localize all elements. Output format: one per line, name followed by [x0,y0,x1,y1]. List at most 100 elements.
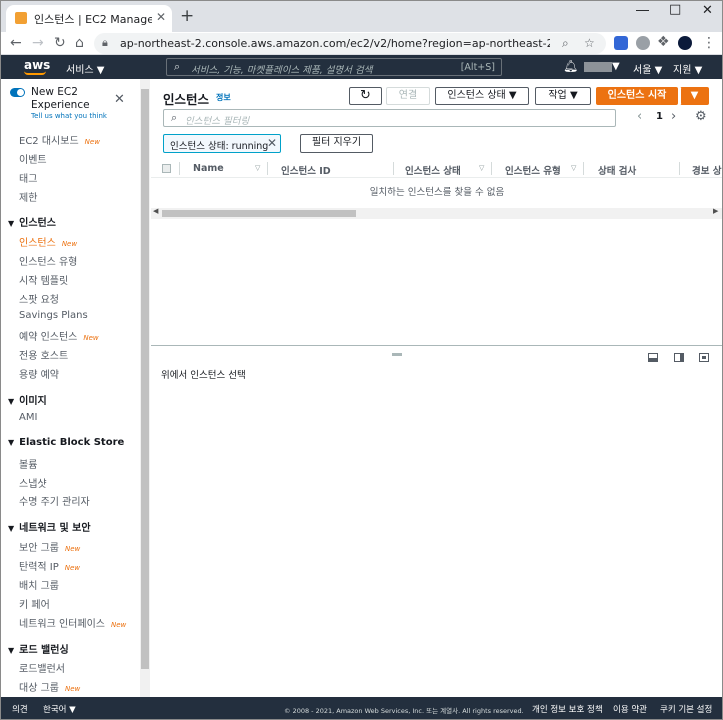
table-scroll-thumb[interactable] [162,210,356,217]
column-header-alarm-status[interactable]: 경보 상태 [692,163,723,177]
zoom-search-icon[interactable]: ⌕ [562,36,569,51]
terms-link[interactable]: 이용 약관 [613,703,647,715]
panel-splitter[interactable] [151,345,723,346]
sort-icon[interactable]: ▽ [479,164,484,172]
home-icon[interactable]: ⌂ [75,35,84,51]
sidebar-item-lifecycle-manager[interactable]: 수명 주기 관리자 [19,493,90,508]
notification-bell-icon[interactable]: 🔔︎ [563,59,578,73]
sidebar-item-launch-templates[interactable]: 시작 템플릿 [19,272,68,287]
layout-bottom-icon[interactable] [648,353,658,362]
sidebar-item-placement-groups[interactable]: 배치 그룹 [19,577,59,592]
aws-logo[interactable]: aws [24,58,50,75]
sidebar-item-target-groups[interactable]: 대상 그룹 New [19,679,80,694]
sidebar-scrollbar[interactable] [140,79,150,697]
sidebar-item-network-interfaces[interactable]: 네트워크 인터페이스 New [19,615,126,630]
launch-instances-button[interactable]: 인스턴스 시작 [596,87,678,105]
reload-icon[interactable]: ↻ [54,35,66,51]
sidebar-item-security-groups[interactable]: 보안 그룹 New [19,539,80,554]
caret-down-icon: ▼ [8,219,15,228]
tab-close-icon[interactable]: ✕ [156,10,166,24]
sidebar-item-events[interactable]: 이벤트 [19,151,47,166]
sidebar-item-volumes[interactable]: 볼륨 [19,456,37,471]
sidebar-item-instances[interactable]: 인스턴스 New [19,234,77,249]
forward-icon[interactable]: → [32,35,44,51]
account-name-redacted[interactable] [584,62,612,72]
extension-p-icon[interactable] [614,36,628,50]
instance-state-dropdown[interactable]: 인스턴스 상태 ▼ [435,87,529,105]
sidebar-item-load-balancers[interactable]: 로드밸런서 [19,660,65,675]
section-instances[interactable]: ▼ 인스턴스 [8,214,56,229]
sidebar-item-reserved-instances[interactable]: 예약 인스턴스 New [19,328,99,343]
column-header-instance-state[interactable]: 인스턴스 상태 [405,163,461,177]
sidebar-item-instance-types[interactable]: 인스턴스 유형 [19,253,77,268]
sidebar-item-limits[interactable]: 제한 [19,189,37,204]
filter-instances-input[interactable]: ⌕ 인스턴스 필터링 [163,109,616,127]
sidebar-scroll-thumb[interactable] [141,89,149,669]
column-header-instance-type[interactable]: 인스턴스 유형 [505,163,561,177]
region-selector[interactable]: 서울 ▼ [633,61,662,76]
remove-filter-icon[interactable]: ✕ [267,136,277,150]
column-header-status-check[interactable]: 상태 검사 [598,163,636,177]
minimize-icon[interactable]: ― [636,3,649,18]
sidebar-item-key-pairs[interactable]: 키 페어 [19,596,50,611]
close-window-icon[interactable]: ✕ [702,3,713,18]
feedback-link[interactable]: Tell us what you think [31,112,107,120]
language-selector[interactable]: 한국어 ▼ [43,703,76,715]
profile-avatar[interactable] [678,36,692,50]
column-header-instance-id[interactable]: 인스턴스 ID [281,163,331,177]
sidebar-item-ec2-dashboard[interactable]: EC2 대시보드 New [19,132,100,147]
close-icon[interactable]: ✕ [114,92,125,107]
cookie-preferences-link[interactable]: 쿠키 기본 설정 [660,703,712,715]
sidebar-item-dedicated-hosts[interactable]: 전용 호스트 [19,347,68,362]
address-bar[interactable]: 🔒︎ ap-northeast-2.console.aws.amazon.com… [94,33,606,54]
select-all-checkbox[interactable] [162,164,171,173]
section-elastic-block-store[interactable]: ▼ Elastic Block Store [8,437,124,448]
sidebar-item-spot-requests[interactable]: 스팟 요청 [19,291,59,306]
bookmark-star-icon[interactable]: ☆ [584,36,595,50]
back-icon[interactable]: ← [10,35,22,51]
privacy-policy-link[interactable]: 개인 정보 보호 정책 [532,703,603,715]
global-search-input[interactable]: ⌕ 서비스, 기능, 마켓플레이스 제품, 설명서 검색 [Alt+S] [166,58,502,76]
empty-table-message: 일치하는 인스턴스를 찾을 수 없음 [369,187,505,198]
info-link[interactable]: 정보 [216,92,231,103]
section-network-security[interactable]: ▼ 네트워크 및 보안 [8,519,91,534]
launch-instances-dropdown[interactable]: ▼ [680,87,709,105]
clear-filters-button[interactable]: 필터 지우기 [300,134,373,153]
column-divider [491,162,492,175]
refresh-button[interactable]: ↻ [349,87,382,105]
sort-icon[interactable]: ▽ [255,164,260,172]
sidebar-item-elastic-ips[interactable]: 탄력적 IP New [19,558,80,573]
layout-full-icon[interactable] [699,353,709,362]
table-horizontal-scrollbar[interactable]: ◀ ▶ [151,207,723,219]
page-number[interactable]: 1 [656,111,663,122]
gear-icon[interactable]: ⚙ [695,109,707,124]
browser-tab[interactable]: 인스턴스 | EC2 Management Co ✕ [6,5,172,32]
browser-menu-icon[interactable]: ⋮ [702,35,716,51]
extension-gray-icon[interactable] [636,36,650,50]
maximize-icon[interactable]: □ [669,2,681,17]
sidebar-item-savings-plans[interactable]: Savings Plans [19,310,88,321]
scroll-right-icon[interactable]: ▶ [713,207,718,215]
column-header-name[interactable]: Name [193,163,224,174]
new-tab-button[interactable]: + [180,6,194,26]
sort-icon[interactable]: ▽ [571,164,576,172]
sidebar-item-tags[interactable]: 태그 [19,170,37,185]
previous-page-icon[interactable]: ‹ [637,109,642,124]
next-page-icon[interactable]: › [671,109,676,124]
feedback-link[interactable]: 의견 [12,703,28,715]
services-menu[interactable]: 서비스 ▼ [66,61,104,76]
connect-button[interactable]: 연결 [386,87,430,105]
sidebar-item-capacity-reservations[interactable]: 용량 예약 [19,366,59,381]
sidebar-item-ami[interactable]: AMI [19,412,37,423]
section-images[interactable]: ▼ 이미지 [8,392,47,407]
scroll-left-icon[interactable]: ◀ [153,207,158,215]
actions-dropdown[interactable]: 작업 ▼ [535,87,591,105]
sidebar-item-snapshots[interactable]: 스냅샷 [19,475,47,490]
splitter-grip-icon[interactable] [392,353,402,356]
account-menu-caret[interactable]: ▼ [612,61,620,72]
extensions-puzzle-icon[interactable]: ❖ [657,34,670,50]
section-load-balancing[interactable]: ▼ 로드 밸런싱 [8,641,69,656]
layout-side-icon[interactable] [674,353,684,362]
new-experience-toggle[interactable] [10,88,25,97]
support-menu[interactable]: 지원 ▼ [673,61,702,76]
